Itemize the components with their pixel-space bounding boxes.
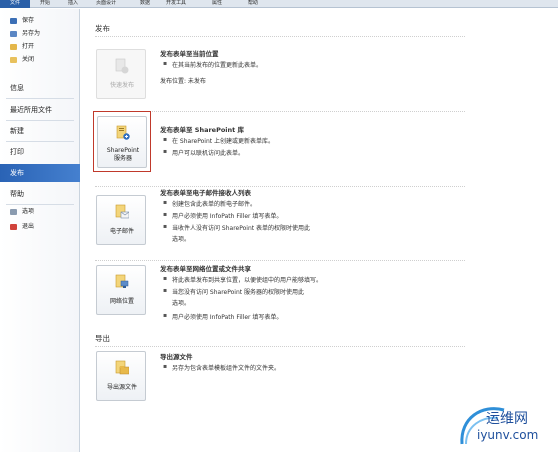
divider — [6, 141, 74, 142]
sidebar-item-close[interactable]: 关闭 — [0, 54, 80, 66]
sharepoint-bullet: 用户可以联机访问此表单。 — [163, 148, 244, 157]
sidebar-item-open[interactable]: 打开 — [0, 41, 80, 53]
button-label: 快速发布 — [109, 82, 134, 89]
email-icon — [115, 204, 129, 219]
save-as-icon — [10, 31, 17, 37]
export-source-bullet: 另存为包含表单模板组件文件的文件夹。 — [163, 363, 280, 372]
tab-insert[interactable]: 插入 — [64, 0, 82, 8]
tab-page-design[interactable]: 页面设计 — [92, 0, 120, 8]
export-source-title: 导出源文件 — [160, 353, 193, 361]
save-icon — [10, 18, 17, 24]
close-folder-icon — [10, 57, 17, 63]
sidebar-item-label: 退出 — [22, 223, 35, 230]
quick-publish-bullet: 在其当前发布的位置更新此表单。 — [163, 60, 262, 69]
network-publish-button[interactable]: 网络位置 — [96, 265, 146, 315]
sidebar-item-exit[interactable]: 退出 — [0, 221, 80, 233]
tab-help[interactable]: 帮助 — [244, 0, 262, 8]
email-bullet-continuation: 选项。 — [172, 236, 191, 243]
sidebar-item-label: 打开 — [22, 43, 35, 50]
sharepoint-bullet: 在 SharePoint 上创建或更新表单库。 — [163, 136, 274, 145]
network-bullet: 当您没有访问 SharePoint 服务器的权限时使用此 — [163, 287, 304, 296]
tab-data[interactable]: 数据 — [136, 0, 154, 8]
watermark-url: iyunv.com — [477, 428, 539, 442]
publish-location: 发布位置: 未发布 — [160, 78, 206, 85]
sidebar-item-info[interactable]: 信息 — [0, 79, 80, 97]
sharepoint-title: 发布表单至 SharePoint 库 — [160, 126, 245, 134]
tab-developer[interactable]: 开发工具 — [162, 0, 190, 8]
tab-properties[interactable]: 属性 — [208, 0, 226, 8]
network-bullet: 将此表单发布到共享位置，以便使组中的用户能够填写。 — [163, 275, 322, 284]
email-bullet: 当收件人没有访问 SharePoint 表单的权限时使用此 — [163, 223, 310, 232]
sidebar-item-print[interactable]: 打印 — [0, 143, 80, 161]
button-label: 导出源文件 — [106, 384, 137, 391]
options-icon — [10, 209, 17, 215]
sharepoint-icon — [116, 125, 130, 140]
network-bullet-continuation: 选项。 — [172, 300, 191, 307]
sidebar-item-label: 另存为 — [22, 30, 41, 37]
email-bullet: 创建包含此表单的新电子邮件。 — [163, 199, 256, 208]
divider — [95, 36, 465, 37]
quick-publish-button[interactable]: 快速发布 — [96, 49, 146, 99]
backstage-sidebar: 保存 另存为 打开 关闭 信息 最近所用文件 新建 打印 发布 帮助 选项 退出 — [0, 9, 80, 452]
export-source-button[interactable]: 导出源文件 — [96, 351, 146, 401]
sidebar-item-recent[interactable]: 最近所用文件 — [0, 101, 80, 119]
divider — [6, 98, 74, 99]
sidebar-item-label: 保存 — [22, 17, 35, 24]
network-title: 发布表单至网络位置或文件共享 — [160, 265, 251, 273]
open-folder-icon — [10, 44, 17, 50]
email-publish-button[interactable]: 电子邮件 — [96, 195, 146, 245]
network-bullet: 用户必须使用 InfoPath Filler 填写表单。 — [163, 312, 282, 321]
sidebar-item-options[interactable]: 选项 — [0, 206, 80, 218]
section-heading-publish: 发布 — [95, 24, 110, 33]
divider — [6, 120, 74, 121]
button-label: 电子邮件 — [109, 228, 134, 235]
quick-publish-title: 发布表单至当前位置 — [160, 50, 219, 58]
network-location-icon — [115, 274, 129, 288]
divider — [95, 260, 465, 261]
email-bullet: 用户必须使用 InfoPath Filler 填写表单。 — [163, 211, 282, 220]
sidebar-item-label: 关闭 — [22, 56, 35, 63]
section-heading-export: 导出 — [95, 334, 110, 343]
watermark-name: 运维网 — [486, 411, 528, 427]
sharepoint-publish-button[interactable]: SharePoint 服务器 — [97, 116, 147, 168]
button-label-line2: 服务器 — [113, 155, 132, 162]
exit-icon — [10, 224, 17, 230]
tab-file[interactable]: 文件 — [0, 0, 30, 8]
tab-home[interactable]: 开始 — [36, 0, 54, 8]
publish-pane: 发布 快速发布 发布表单至当前位置 在其当前发布的位置更新此表单。 发布位置: … — [81, 9, 558, 452]
sidebar-item-save-as[interactable]: 另存为 — [0, 28, 80, 40]
sidebar-item-help[interactable]: 帮助 — [0, 185, 80, 203]
divider — [95, 346, 465, 347]
sidebar-item-label: 选项 — [22, 208, 35, 215]
divider — [95, 186, 465, 187]
sidebar-item-new[interactable]: 新建 — [0, 122, 80, 140]
divider — [6, 204, 74, 205]
export-source-files-icon — [115, 360, 129, 375]
quick-publish-icon — [115, 58, 129, 74]
email-title: 发布表单至电子邮件接收人列表 — [160, 189, 251, 197]
button-label: 网络位置 — [109, 298, 134, 305]
ribbon-tabs: 文件 开始 插入 页面设计 数据 开发工具 属性 帮助 — [0, 0, 558, 8]
sidebar-item-save[interactable]: 保存 — [0, 15, 80, 27]
sidebar-item-publish[interactable]: 发布 — [0, 164, 80, 182]
button-label-line1: SharePoint — [106, 147, 140, 154]
